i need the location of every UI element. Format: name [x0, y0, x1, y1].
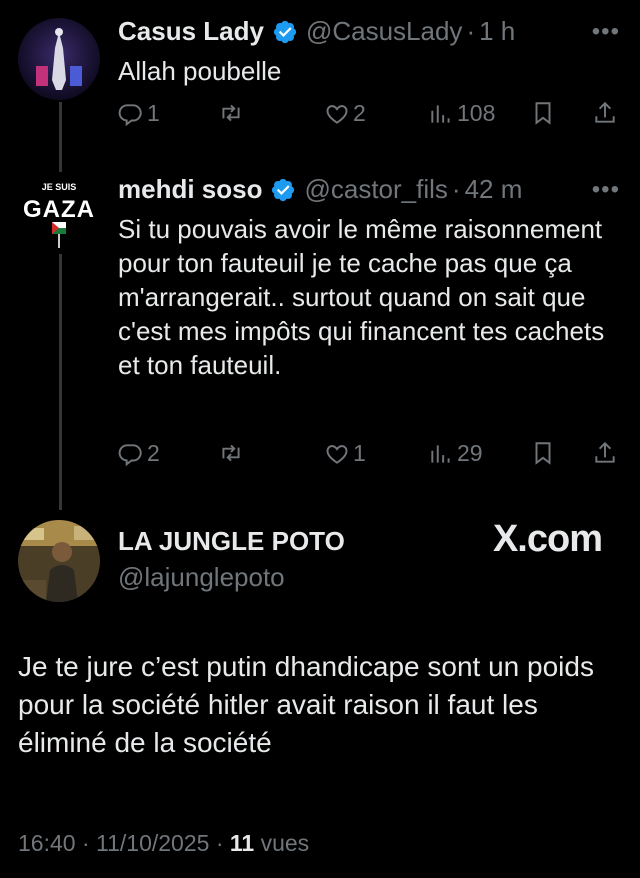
timestamp[interactable]: 1 h: [479, 16, 515, 47]
views-count: 11: [229, 830, 255, 856]
repost-icon: [222, 104, 240, 122]
tweet-actions: 2 1 29: [118, 440, 618, 480]
reply-count: 2: [147, 440, 160, 466]
like-icon: [326, 444, 348, 464]
views-button[interactable]: 108: [428, 100, 495, 127]
like-count: 2: [353, 100, 366, 126]
separator: ·: [451, 174, 461, 204]
thread-screenshot: Casus Lady @CasusLady · 1 h ••• Allah po…: [0, 0, 640, 878]
reply-button[interactable]: 2: [118, 440, 160, 467]
like-count: 1: [353, 440, 366, 466]
more-icon[interactable]: •••: [592, 176, 620, 204]
avatar[interactable]: JE SUIS GAZA: [18, 172, 100, 254]
verified-icon: [272, 178, 295, 201]
more-icon[interactable]: •••: [592, 18, 620, 46]
tweet-text: Si tu pouvais avoir le même raisonnement…: [118, 214, 605, 380]
tweet-text: Allah poubelle: [118, 56, 282, 86]
share-icon: [595, 441, 615, 463]
verified-icon: [273, 20, 297, 43]
author-handle[interactable]: @castor_fils: [304, 174, 447, 205]
tweet-time[interactable]: 16:40: [18, 830, 76, 856]
views-icon: [431, 104, 450, 123]
view-count: 108: [457, 100, 496, 126]
repost-button[interactable]: [218, 440, 247, 466]
avatar-text-top: JE SUIS: [41, 182, 77, 192]
palestine-flag-icon: [52, 222, 66, 248]
reply-icon: [118, 103, 142, 126]
x-com-watermark: X.com: [492, 518, 603, 560]
like-button[interactable]: 2: [324, 100, 366, 127]
bookmark-icon: [535, 442, 551, 465]
views-button[interactable]: 29: [428, 440, 483, 467]
timestamp[interactable]: 42 m: [465, 174, 523, 205]
reply-button[interactable]: 1: [118, 100, 160, 127]
thread-line: [59, 102, 62, 510]
avatar[interactable]: [18, 520, 100, 602]
separator: ·: [81, 830, 90, 856]
separator: ·: [215, 830, 224, 856]
tweet-text: Je te jure c’est putin dhandicape sont u…: [18, 651, 594, 758]
author-name[interactable]: Casus Lady: [118, 16, 264, 47]
like-button[interactable]: 1: [324, 440, 366, 467]
tweet-date[interactable]: 11/10/2025: [96, 830, 209, 856]
views-label: vues: [260, 830, 310, 856]
author-name[interactable]: mehdi soso: [118, 174, 262, 205]
reply-count: 1: [147, 100, 160, 126]
view-count: 29: [457, 440, 483, 466]
reply-icon: [118, 443, 142, 466]
bookmark-icon: [535, 102, 551, 125]
author-handle[interactable]: @CasusLady: [306, 16, 462, 47]
views-icon: [431, 444, 450, 463]
avatar[interactable]: [18, 18, 100, 100]
share-button[interactable]: [592, 440, 621, 466]
author-handle[interactable]: @lajunglepoto: [118, 562, 285, 593]
repost-icon: [222, 444, 240, 462]
bookmark-button[interactable]: [530, 440, 559, 466]
share-icon: [595, 101, 615, 123]
share-button[interactable]: [592, 100, 621, 126]
author-name[interactable]: LA JUNGLE POTO: [118, 526, 345, 557]
repost-button[interactable]: [218, 100, 247, 126]
tweet-actions: 1 2 108: [118, 100, 618, 140]
avatar-text-main: GAZA: [23, 196, 95, 223]
bookmark-button[interactable]: [530, 100, 559, 126]
separator: ·: [466, 16, 476, 46]
tweet-meta: 16:40 · 11/10/2025 · 11 vues: [18, 830, 309, 857]
like-icon: [326, 104, 348, 124]
